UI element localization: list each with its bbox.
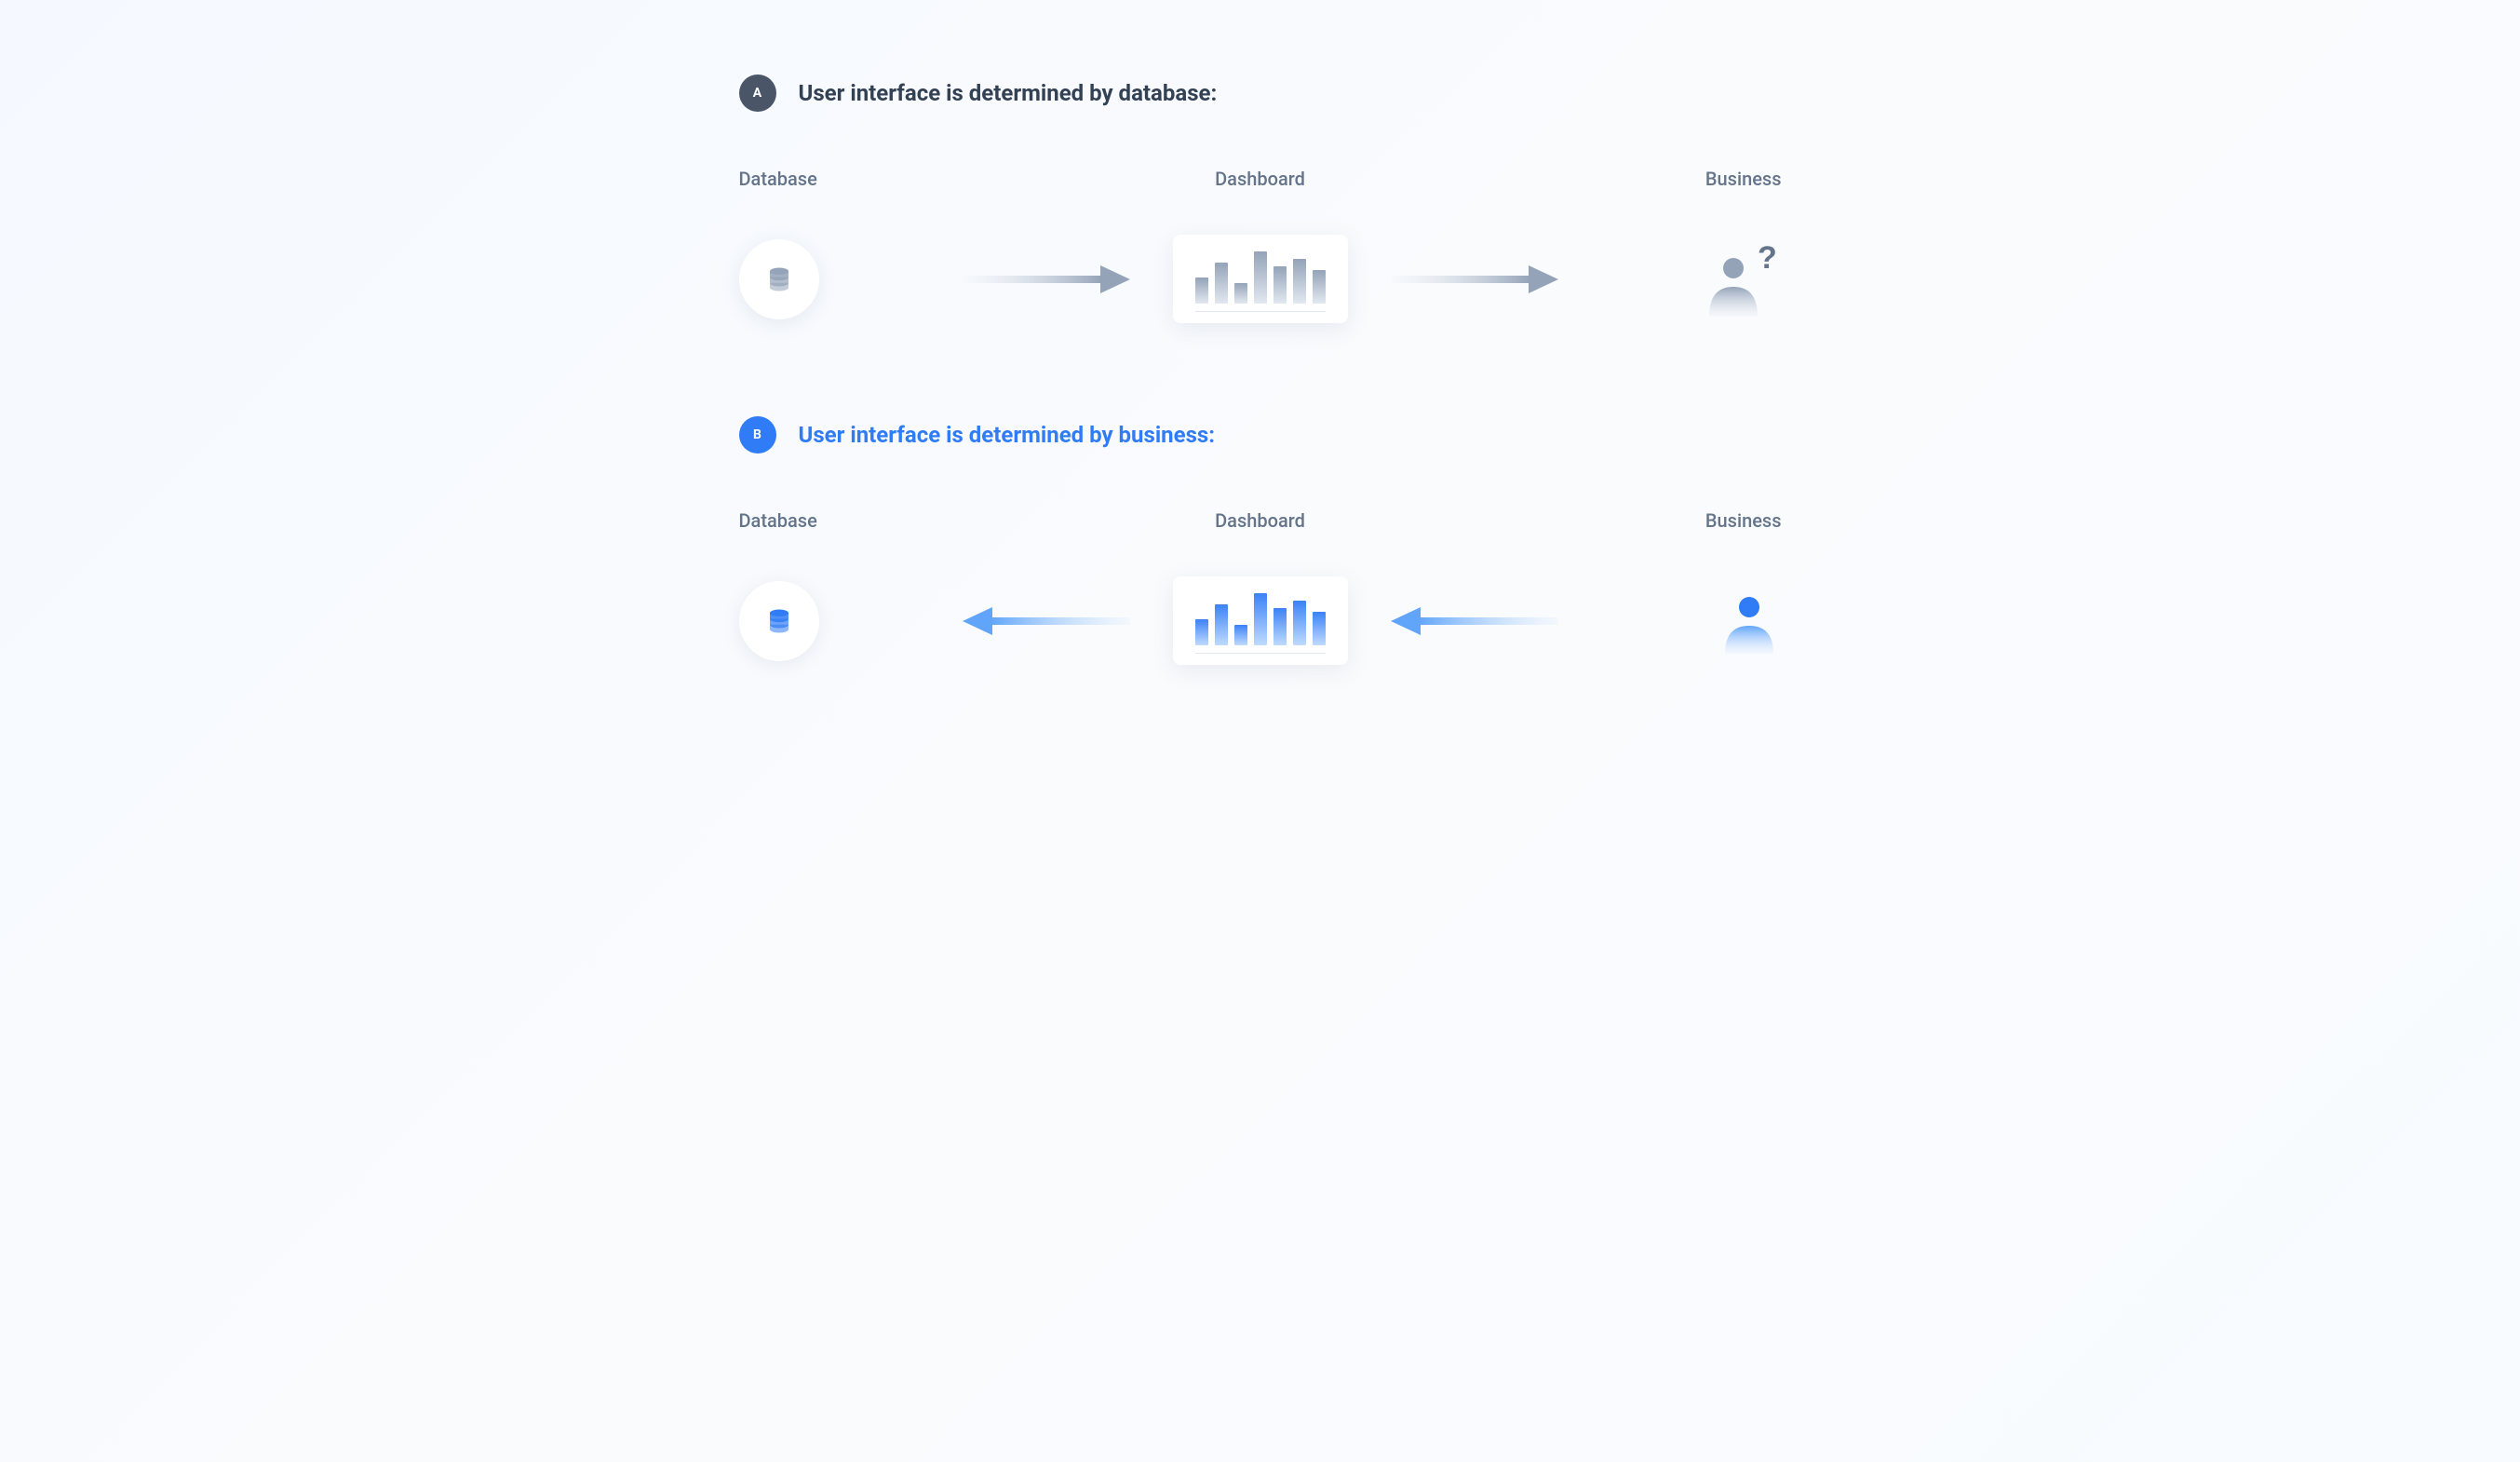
arrow-left-b-2 (1354, 607, 1596, 635)
node-database-a (739, 239, 925, 319)
bar (1234, 283, 1247, 304)
arrow-left-icon (963, 607, 1130, 635)
bar (1195, 278, 1208, 304)
badge-b: B (739, 416, 776, 453)
label-database-b: Database (739, 509, 925, 532)
node-business-b (1596, 589, 1782, 654)
bar (1293, 601, 1306, 645)
node-business-a: ? (1596, 242, 1782, 317)
arrow-right-a-2 (1354, 265, 1596, 293)
svg-text:?: ? (1758, 242, 1777, 276)
person-confused-icon: ? (1698, 242, 1782, 317)
bar-chart-icon-a (1195, 251, 1326, 304)
bar (1195, 619, 1208, 645)
section-a-flow: ? (739, 235, 1782, 323)
database-icon-circle (739, 581, 819, 661)
arrow-right-icon (1391, 265, 1558, 293)
section-b-header: B User interface is determined by busine… (739, 416, 1782, 453)
divider (1195, 653, 1326, 654)
dashboard-card-a (1173, 235, 1348, 323)
bar (1293, 259, 1306, 304)
bar (1215, 263, 1228, 304)
section-b-title: User interface is determined by business… (799, 422, 1216, 448)
label-dashboard-a: Dashboard (1167, 168, 1354, 190)
label-business-b: Business (1596, 509, 1782, 532)
label-dashboard-b: Dashboard (1167, 509, 1354, 532)
bar (1273, 266, 1287, 304)
section-a-header: A User interface is determined by databa… (739, 74, 1782, 112)
arrow-left-icon (1391, 607, 1558, 635)
section-b-flow (739, 576, 1782, 665)
node-database-b (739, 581, 925, 661)
database-icon (765, 607, 793, 635)
section-b-labels: Database Dashboard Business (739, 509, 1782, 532)
section-b: B User interface is determined by busine… (739, 416, 1782, 665)
bar (1215, 604, 1228, 645)
bar-chart-icon-b (1195, 593, 1326, 645)
section-a-labels: Database Dashboard Business (739, 168, 1782, 190)
label-database-a: Database (739, 168, 925, 190)
label-business-a: Business (1596, 168, 1782, 190)
bar (1254, 593, 1267, 645)
arrow-left-b-1 (925, 607, 1167, 635)
section-a: A User interface is determined by databa… (739, 74, 1782, 323)
node-dashboard-a (1167, 235, 1354, 323)
database-icon (765, 265, 793, 293)
person-icon (1717, 589, 1782, 654)
bar (1273, 608, 1287, 645)
arrow-right-icon (963, 265, 1130, 293)
node-dashboard-b (1167, 576, 1354, 665)
section-a-title: User interface is determined by database… (799, 80, 1218, 106)
bar (1234, 625, 1247, 645)
badge-a: A (739, 74, 776, 112)
divider (1195, 311, 1326, 312)
database-icon-circle (739, 239, 819, 319)
bar (1313, 270, 1326, 304)
bar (1313, 612, 1326, 645)
bar (1254, 251, 1267, 304)
dashboard-card-b (1173, 576, 1348, 665)
diagram-container: A User interface is determined by databa… (702, 74, 1819, 665)
arrow-right-a-1 (925, 265, 1167, 293)
